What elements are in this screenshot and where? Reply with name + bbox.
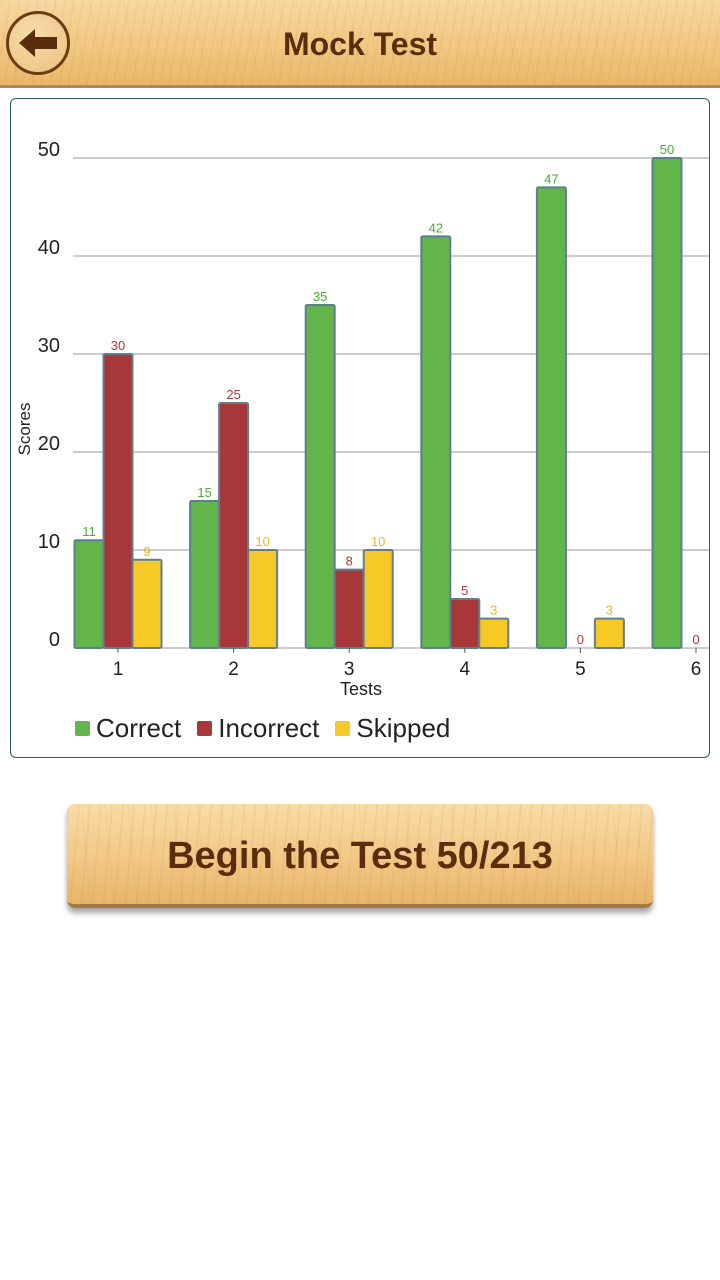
data-label: 30 [111, 338, 125, 353]
data-label: 25 [226, 387, 240, 402]
y-tick-label: 20 [38, 433, 60, 455]
bar-correct [189, 500, 221, 649]
bar-chart: 01020304050Scores11309115251023581034253… [15, 139, 709, 699]
data-label: 9 [143, 544, 150, 559]
data-label: 11 [82, 524, 96, 539]
legend-swatch [75, 720, 90, 736]
data-label: 35 [313, 289, 327, 304]
bar-skipped [593, 617, 625, 649]
data-label: 47 [544, 171, 558, 186]
y-tick-label: 40 [38, 237, 60, 259]
bar-correct [420, 235, 452, 649]
data-label: 50 [660, 142, 674, 157]
page-title: Mock Test [282, 26, 438, 62]
bar-skipped [131, 558, 163, 649]
data-label: 10 [255, 534, 269, 549]
bar-correct [304, 304, 336, 649]
bar-incorrect [449, 598, 481, 649]
bar-incorrect [333, 568, 365, 650]
legend-label: Skipped [356, 712, 451, 743]
x-tick-label: 6 [691, 659, 702, 680]
legend-item-incorrect: Incorrect [197, 713, 319, 744]
data-label: 3 [606, 603, 613, 618]
data-label: 10 [371, 534, 385, 549]
bar-incorrect [218, 402, 250, 649]
legend-label: Correct [96, 712, 182, 743]
back-button[interactable] [6, 11, 70, 75]
bar-skipped [362, 549, 394, 649]
y-tick-label: 10 [38, 531, 60, 553]
x-tick-label: 1 [113, 659, 124, 680]
data-label: 42 [429, 220, 443, 235]
bar-incorrect [102, 353, 134, 649]
legend-swatch [197, 720, 213, 736]
y-tick-label: 50 [38, 139, 60, 161]
x-axis-label: Tests [340, 679, 382, 699]
begin-test-button[interactable]: Begin the Test 50/213 [67, 804, 653, 908]
data-label: 15 [197, 485, 211, 500]
score-chart: 0 10 20 30 40 50 Scores 11 30 9 1 15 25 10 2 35 8 10 3 42 5 3… [10, 98, 710, 758]
chart-legend: Correct Incorrect Skipped [75, 711, 466, 745]
y-tick-label: 30 [38, 335, 60, 357]
header-bar: Mock Test [0, 0, 720, 88]
arrow-left-icon [19, 29, 57, 57]
y-tick-label: 0 [49, 629, 60, 651]
bar-correct [73, 539, 105, 650]
data-label: 0 [692, 632, 699, 647]
bar-skipped [247, 549, 279, 649]
x-tick-label: 5 [575, 659, 586, 680]
bar-correct [535, 186, 567, 650]
x-tick-label: 3 [344, 659, 355, 680]
data-label: 8 [346, 554, 353, 569]
data-label: 0 [577, 632, 584, 647]
y-axis-label: Scores [15, 403, 34, 456]
bar-correct [651, 157, 683, 649]
data-label: 5 [461, 583, 468, 598]
legend-swatch [335, 720, 351, 736]
x-tick-label: 4 [460, 659, 471, 680]
data-label: 3 [490, 603, 497, 618]
legend-label: Incorrect [218, 712, 320, 743]
legend-item-skipped: Skipped [335, 713, 450, 744]
x-tick-label: 2 [228, 659, 239, 680]
bar-skipped [478, 617, 510, 649]
legend-item-correct: Correct [75, 713, 181, 744]
